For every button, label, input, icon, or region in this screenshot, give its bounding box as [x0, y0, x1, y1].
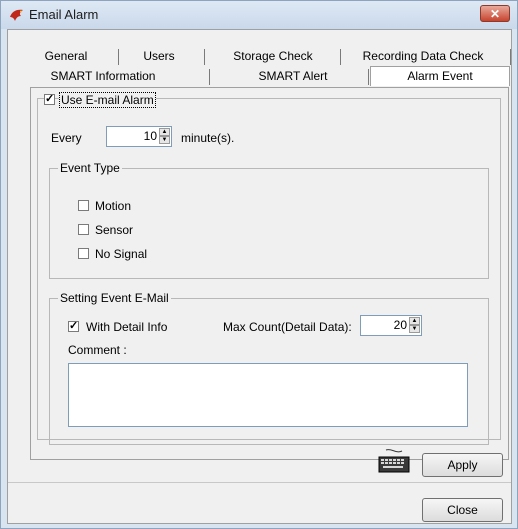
tab-divider	[368, 69, 369, 85]
interval-spinbox[interactable]: 10 ▲ ▼	[106, 126, 172, 147]
event-type-title: Event Type	[58, 161, 122, 175]
sensor-checkbox[interactable]	[78, 224, 89, 235]
tab-divider	[510, 49, 511, 65]
spin-up-icon[interactable]: ▲	[409, 317, 420, 325]
dragon-app-icon	[10, 9, 23, 21]
tab-divider	[118, 49, 119, 65]
tab-general[interactable]: General	[36, 47, 96, 65]
every-label: Every	[51, 131, 82, 145]
title-bar[interactable]: Email Alarm ✕	[1, 1, 517, 29]
tab-divider	[204, 49, 205, 65]
spin-down-icon[interactable]: ▼	[159, 136, 170, 144]
window-title: Email Alarm	[29, 7, 99, 22]
tab-smart-information[interactable]: SMART Information	[28, 67, 178, 85]
alarm-event-panel: ✓ Use E-mail Alarm Every 10 ▲ ▼ minute(s…	[30, 87, 509, 460]
dialog-client-area: General Users Storage Check Recording Da…	[7, 29, 512, 524]
tab-recording-data-check[interactable]: Recording Data Check	[348, 47, 498, 65]
spin-buttons: ▲ ▼	[409, 317, 420, 334]
spin-up-icon[interactable]: ▲	[159, 128, 170, 136]
email-alarm-window: Email Alarm ✕ General Users Storage Chec…	[0, 0, 518, 529]
max-count-spinbox[interactable]: 20 ▲ ▼	[360, 315, 422, 336]
no-signal-label: No Signal	[95, 247, 148, 261]
tab-storage-check[interactable]: Storage Check	[213, 47, 333, 65]
comment-label: Comment :	[68, 343, 127, 357]
no-signal-checkbox[interactable]	[78, 248, 89, 259]
use-email-alarm-label: Use E-mail Alarm	[59, 92, 156, 108]
comment-textarea[interactable]	[68, 363, 468, 427]
close-icon: ✕	[489, 7, 501, 21]
tab-row-2: SMART Information SMART Alert Alarm Even…	[8, 66, 513, 87]
use-email-alarm-checkbox[interactable]: ✓	[44, 94, 55, 105]
tab-smart-alert[interactable]: SMART Alert	[228, 67, 358, 85]
setting-event-email-title: Setting Event E-Mail	[58, 291, 171, 305]
max-count-label: Max Count(Detail Data):	[223, 320, 352, 334]
motion-label: Motion	[95, 199, 132, 213]
motion-checkbox[interactable]	[78, 200, 89, 211]
interval-value: 10	[143, 129, 157, 143]
max-count-value: 20	[393, 318, 407, 332]
event-type-group: Event Type Motion Sensor No Signal	[49, 161, 489, 279]
apply-button[interactable]: Apply	[422, 453, 503, 477]
tab-alarm-event[interactable]: Alarm Event	[370, 66, 510, 86]
tab-divider	[209, 69, 210, 85]
spin-down-icon[interactable]: ▼	[409, 325, 420, 333]
spin-buttons: ▲ ▼	[159, 128, 170, 145]
sensor-label: Sensor	[95, 223, 134, 237]
minutes-label: minute(s).	[181, 131, 235, 145]
keyboard-icon[interactable]	[378, 448, 410, 474]
tab-divider	[340, 49, 341, 65]
tab-row-1: General Users Storage Check Recording Da…	[8, 47, 513, 67]
tab-users[interactable]: Users	[124, 47, 194, 65]
window-close-button[interactable]: ✕	[480, 5, 510, 22]
detail-info-label: With Detail Info	[86, 320, 168, 334]
footer-divider	[8, 482, 511, 483]
close-button[interactable]: Close	[422, 498, 503, 522]
setting-event-email-group: Setting Event E-Mail ✓ With Detail Info …	[49, 291, 489, 445]
detail-info-checkbox[interactable]: ✓	[68, 321, 79, 332]
